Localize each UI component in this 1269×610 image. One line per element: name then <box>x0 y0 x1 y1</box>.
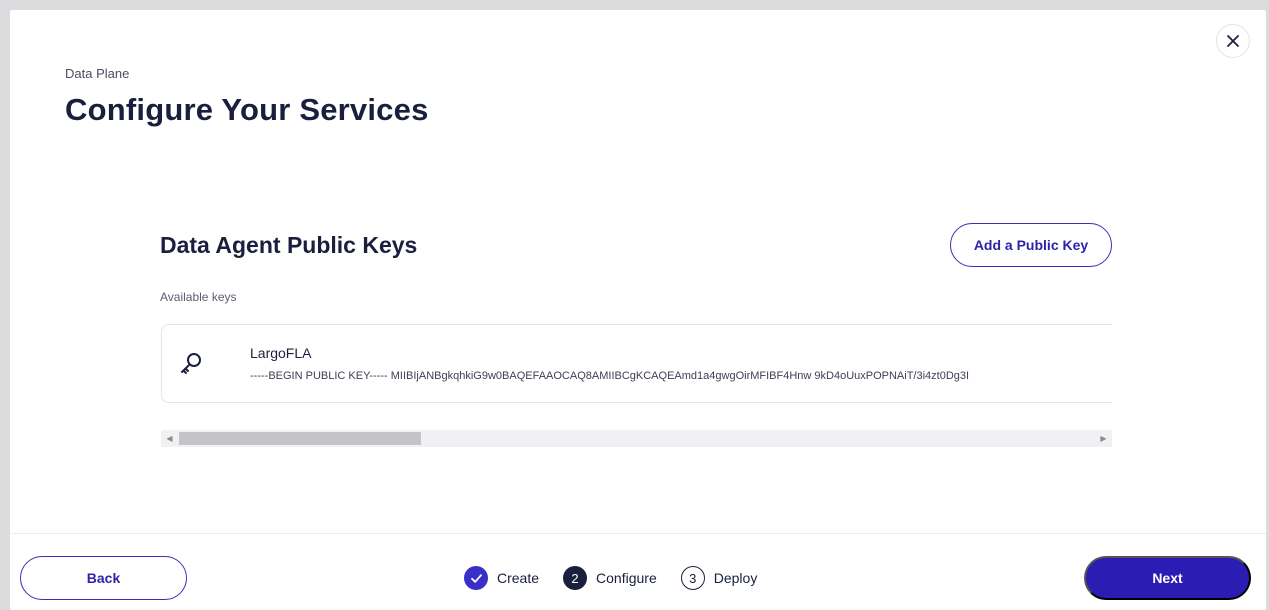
scrollbar-thumb[interactable] <box>179 432 421 445</box>
step-label: Create <box>497 570 540 586</box>
step-label: Configure <box>596 570 657 586</box>
page-title: Configure Your Services <box>65 92 429 127</box>
step-configure: 2 Configure <box>563 566 657 590</box>
step-number: 3 <box>680 566 705 590</box>
next-button[interactable]: Next <box>1084 556 1251 600</box>
step-label: Deploy <box>713 570 758 586</box>
close-button[interactable] <box>1216 24 1250 58</box>
stepper: Create 2 Configure 3 Deploy <box>464 566 781 590</box>
horizontal-scrollbar[interactable]: ◀ ▶ <box>161 430 1112 447</box>
key-list-item[interactable]: LargoFLA -----BEGIN PUBLIC KEY----- MIIB… <box>161 324 1112 403</box>
add-public-key-button[interactable]: Add a Public Key <box>950 223 1112 267</box>
check-icon <box>464 566 488 590</box>
step-number: 2 <box>563 566 588 590</box>
section-title: Data Agent Public Keys <box>160 232 418 258</box>
scroll-left-arrow-icon[interactable]: ◀ <box>161 430 178 447</box>
available-keys-label: Available keys <box>160 290 237 304</box>
step-deploy: 3 Deploy <box>680 566 758 590</box>
close-icon <box>1227 35 1239 47</box>
breadcrumb: Data Plane <box>65 66 130 81</box>
key-name: LargoFLA <box>250 345 312 361</box>
back-button[interactable]: Back <box>20 556 187 600</box>
key-icon <box>181 353 201 374</box>
scroll-right-arrow-icon[interactable]: ▶ <box>1095 430 1112 447</box>
dialog-footer: Back Create 2 Configure 3 Deploy Next <box>10 533 1266 610</box>
configure-services-dialog: Data Plane Configure Your Services Data … <box>10 10 1266 610</box>
step-create: Create <box>464 566 539 590</box>
key-value: -----BEGIN PUBLIC KEY----- MIIBIjANBgkqh… <box>250 370 970 382</box>
